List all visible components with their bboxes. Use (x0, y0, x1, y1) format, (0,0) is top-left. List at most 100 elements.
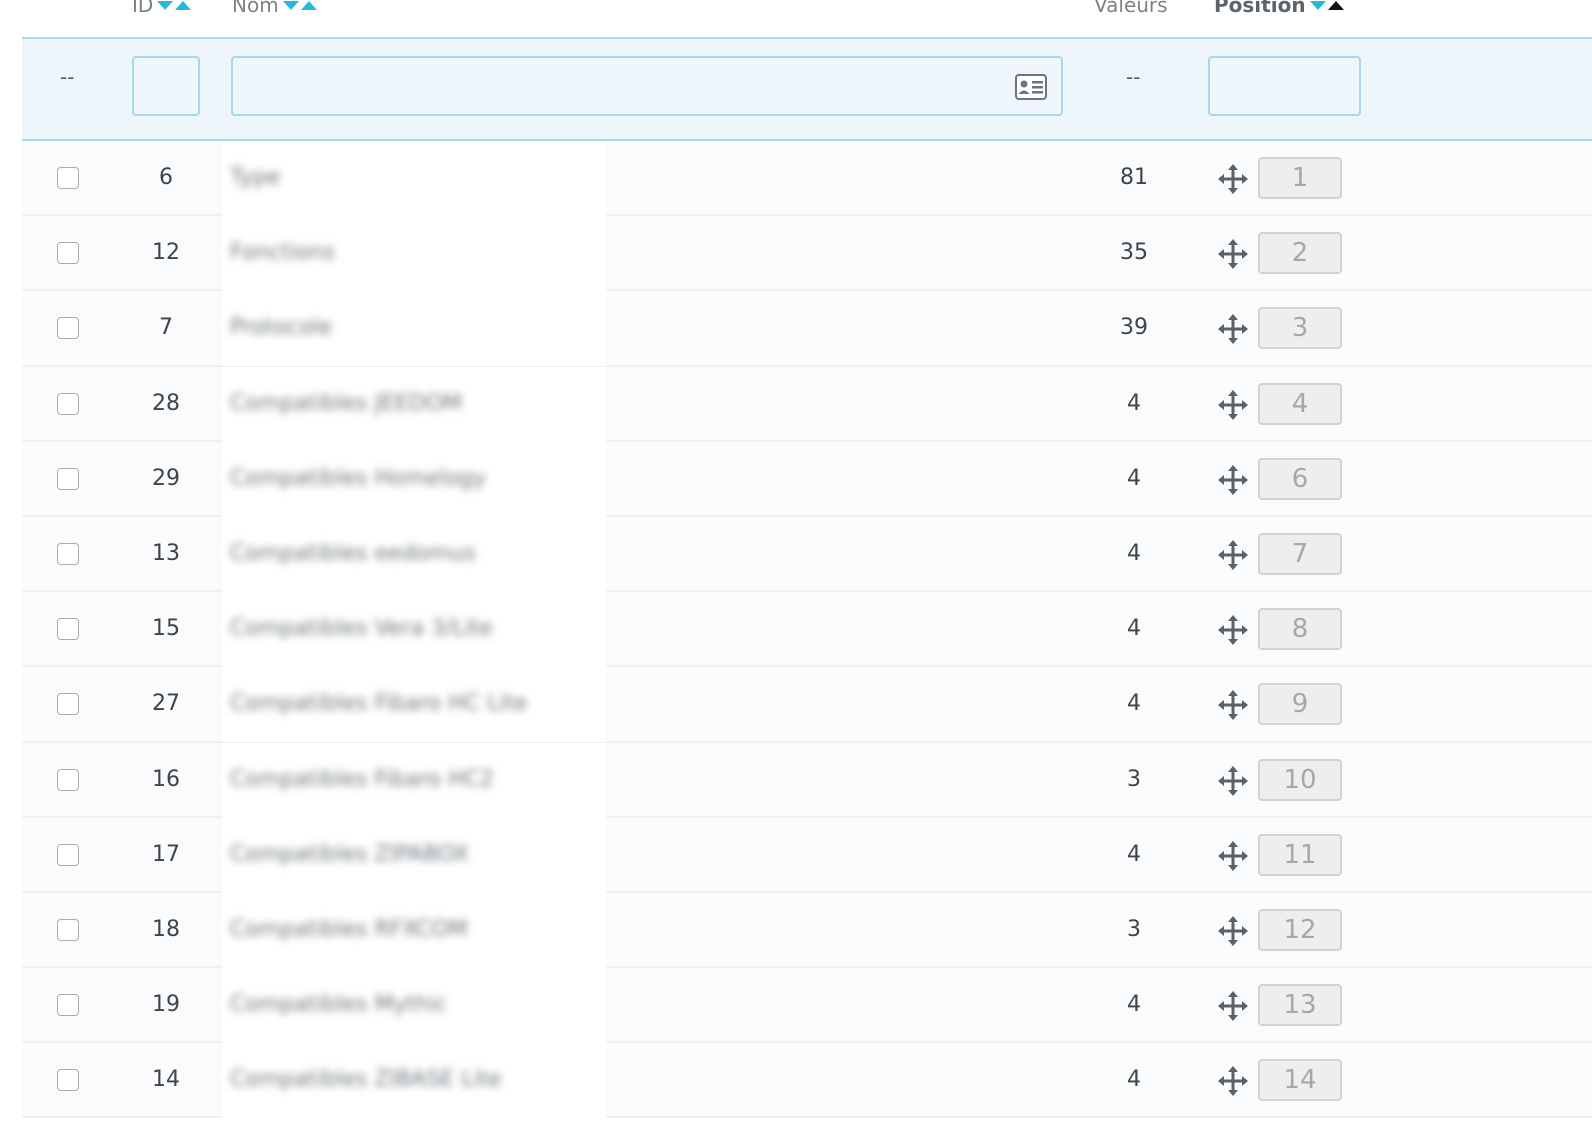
drag-move-icon[interactable] (1218, 991, 1248, 1022)
drag-move-icon[interactable] (1218, 314, 1248, 345)
row-name: Compatibles Vera 3/Lite (230, 616, 493, 642)
filter-row: -- -- (22, 37, 1592, 141)
row-values-count: 4 (1127, 1067, 1141, 1093)
row-select-checkbox[interactable] (57, 618, 79, 641)
sort-desc-icon[interactable] (157, 0, 174, 10)
drag-move-icon[interactable] (1218, 615, 1248, 646)
row-name-cell[interactable]: Compatibles ZIBASE Lite (222, 1043, 606, 1119)
row-name: Compatibles eedomus (230, 540, 476, 566)
row-id: 16 (152, 766, 180, 792)
sort-desc-icon[interactable] (1309, 0, 1326, 10)
drag-move-icon[interactable] (1218, 1066, 1248, 1097)
table-row: 27 Compatibles Fibaro HC Lite 4 9 (22, 667, 1592, 743)
drag-move-icon[interactable] (1218, 389, 1248, 420)
row-position-badge: 2 (1258, 232, 1342, 275)
column-header-position: Position (1214, 0, 1344, 17)
row-name: Compatibles Fibaro HC Lite (230, 691, 528, 717)
drag-move-icon[interactable] (1218, 539, 1248, 570)
drag-move-icon[interactable] (1218, 915, 1248, 946)
table-row: 6 Type 81 1 (22, 141, 1592, 217)
column-header-position-label: Position (1214, 0, 1306, 17)
name-sort-controls (282, 0, 317, 10)
row-select-checkbox[interactable] (57, 167, 79, 189)
sort-desc-icon[interactable] (282, 0, 299, 10)
drag-move-icon[interactable] (1218, 840, 1248, 871)
row-name-cell[interactable]: Type (222, 141, 606, 216)
row-id: 18 (152, 916, 180, 942)
column-header-values-label: Valeurs (1094, 0, 1168, 17)
row-values-count: 39 (1120, 315, 1148, 341)
row-select-checkbox[interactable] (57, 242, 79, 265)
row-position-badge: 6 (1258, 457, 1342, 500)
row-name: Compatibles ZIPABOX (230, 841, 469, 867)
row-name-cell[interactable]: Compatibles eedomus (222, 516, 606, 592)
row-select-checkbox[interactable] (57, 542, 79, 565)
column-header-values: Valeurs (1094, 0, 1168, 17)
row-name-cell[interactable]: Compatibles Mythic (222, 968, 606, 1044)
row-name-cell[interactable]: Compatibles Vera 3/Lite (222, 592, 606, 668)
row-name-cell[interactable]: Compatibles ZIPABOX (222, 817, 606, 893)
id-filter-box (132, 56, 200, 116)
row-name-cell[interactable]: Compatibles Fibaro HC2 (222, 742, 606, 818)
table-row: 13 Compatibles eedomus 4 7 (22, 516, 1592, 593)
column-header-id: ID (132, 0, 192, 17)
row-select-checkbox[interactable] (57, 392, 79, 415)
row-values-count: 3 (1127, 766, 1141, 792)
sort-asc-icon[interactable] (300, 0, 317, 10)
drag-move-icon[interactable] (1218, 690, 1248, 721)
row-position-badge: 7 (1258, 532, 1342, 575)
row-name-cell[interactable]: Protocole (222, 291, 606, 367)
row-name: Protocole (230, 315, 333, 341)
name-filter-input[interactable] (233, 58, 1061, 114)
row-position-badge: 4 (1258, 382, 1342, 425)
position-filter-box (1208, 56, 1361, 116)
row-position-badge: 1 (1258, 157, 1342, 199)
row-id: 17 (152, 841, 180, 867)
row-position-badge: 3 (1258, 307, 1342, 350)
table-row: 16 Compatibles Fibaro HC2 3 10 (22, 742, 1592, 818)
row-position-badge: 9 (1258, 683, 1342, 726)
column-header-id-label: ID (132, 0, 154, 17)
row-name-cell[interactable]: Fonctions (222, 216, 606, 292)
drag-move-icon[interactable] (1218, 765, 1248, 796)
table-header: ID Nom Valeurs Position (0, 0, 1592, 37)
drag-move-icon[interactable] (1218, 239, 1248, 270)
drag-move-icon[interactable] (1218, 164, 1248, 194)
row-select-checkbox[interactable] (57, 843, 79, 866)
row-values-count: 3 (1127, 916, 1141, 942)
row-name-cell[interactable]: Compatibles JEEDOM (222, 366, 606, 442)
column-header-name: Nom (232, 0, 317, 17)
sort-asc-active-icon[interactable] (1327, 0, 1344, 10)
table-row: 19 Compatibles Mythic 4 13 (22, 968, 1592, 1044)
row-id: 27 (152, 691, 180, 717)
row-values-count: 4 (1127, 841, 1141, 867)
row-name: Compatibles ZIBASE Lite (230, 1067, 502, 1093)
row-select-checkbox[interactable] (57, 693, 79, 716)
sort-asc-icon[interactable] (175, 0, 192, 10)
row-select-checkbox[interactable] (57, 467, 79, 490)
row-name: Type (230, 165, 281, 190)
row-name-cell[interactable]: Compatibles Fibaro HC Lite (222, 667, 606, 743)
row-select-checkbox[interactable] (57, 768, 79, 791)
row-values-count: 35 (1120, 240, 1148, 266)
position-sort-controls (1309, 0, 1344, 10)
table-row: 14 Compatibles ZIBASE Lite 4 14 (22, 1043, 1592, 1119)
row-select-checkbox[interactable] (57, 1069, 79, 1092)
row-select-checkbox[interactable] (57, 317, 79, 340)
row-name-cell[interactable]: Compatibles Homelogy (222, 441, 606, 517)
row-name: Compatibles Fibaro HC2 (230, 766, 495, 792)
row-values-count: 4 (1127, 616, 1141, 642)
row-values-count: 4 (1127, 691, 1141, 717)
drag-move-icon[interactable] (1218, 464, 1248, 495)
row-name-cell[interactable]: Compatibles RFXCOM (222, 892, 606, 968)
row-values-count: 4 (1127, 465, 1141, 491)
row-select-checkbox[interactable] (57, 918, 79, 941)
id-filter-input[interactable] (134, 58, 198, 114)
row-position-badge: 8 (1258, 608, 1342, 651)
name-filter-box (231, 56, 1063, 116)
row-select-checkbox[interactable] (57, 994, 79, 1017)
row-position-badge: 10 (1258, 758, 1342, 801)
table-row: 15 Compatibles Vera 3/Lite 4 8 (22, 592, 1592, 668)
table-row: 17 Compatibles ZIPABOX 4 11 (22, 817, 1592, 893)
position-filter-input[interactable] (1210, 58, 1359, 114)
